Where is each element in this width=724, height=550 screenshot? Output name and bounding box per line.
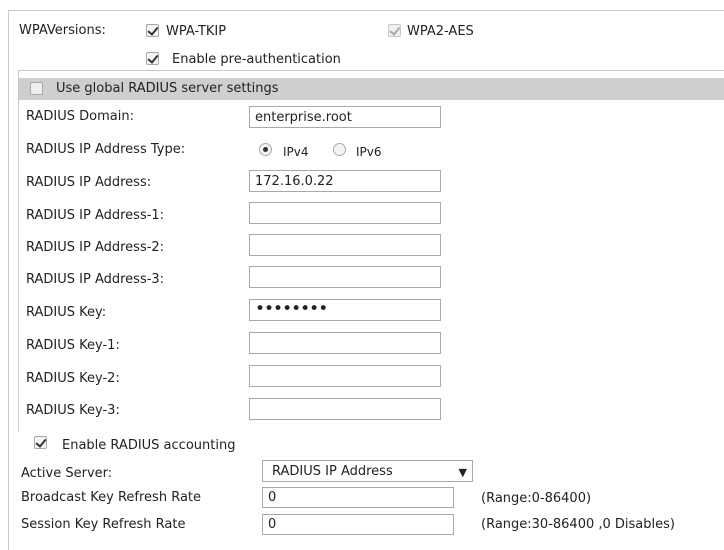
radius-accounting-label: Enable RADIUS accounting	[62, 438, 236, 453]
wpa-tkip-checkbox[interactable]	[146, 24, 159, 37]
wpa2-aes-checkbox[interactable]	[388, 24, 401, 37]
ipv4-label: IPv4	[283, 145, 309, 159]
radius-domain-input[interactable]: enterprise.root	[249, 106, 441, 128]
wpa2-aes-label: WPA2-AES	[407, 24, 474, 39]
broadcast-key-label: Broadcast Key Refresh Rate	[21, 490, 202, 505]
radius-ip2-label: RADIUS IP Address-2:	[26, 240, 165, 255]
radius-key1-label: RADIUS Key-1:	[26, 338, 120, 353]
radius-ip3-input[interactable]	[249, 266, 441, 288]
radius-ip2-input[interactable]	[249, 234, 441, 256]
global-radius-checkbox[interactable]	[30, 82, 43, 95]
session-range-label: (Range:30-86400 ,0 Disables)	[481, 517, 675, 532]
ipv6-radio[interactable]	[333, 143, 346, 156]
wpa-tkip-label: WPA-TKIP	[166, 24, 227, 39]
radius-accounting-checkbox[interactable]	[34, 436, 47, 449]
wpa-versions-label: WPAVersions:	[19, 23, 106, 38]
radius-ip1-input[interactable]	[249, 202, 441, 224]
session-key-input[interactable]: 0	[262, 514, 454, 535]
radius-key-input[interactable]: ••••••••	[249, 299, 441, 321]
active-server-select[interactable]: RADIUS IP Address ▼	[262, 460, 473, 482]
global-radius-label: Use global RADIUS server settings	[56, 81, 279, 96]
chevron-down-icon: ▼	[458, 466, 467, 479]
broadcast-key-input[interactable]: 0	[262, 487, 454, 508]
ipv6-label: IPv6	[356, 145, 382, 159]
broadcast-range-label: (Range:0-86400)	[481, 491, 592, 506]
radius-key2-input[interactable]	[249, 365, 441, 387]
radius-ip3-label: RADIUS IP Address-3:	[26, 272, 165, 287]
radius-ip-label: RADIUS IP Address:	[26, 175, 152, 190]
active-server-label: Active Server:	[21, 466, 113, 481]
preauth-label: Enable pre-authentication	[172, 52, 341, 67]
radius-key-label: RADIUS Key:	[26, 305, 107, 320]
radius-domain-label: RADIUS Domain:	[26, 109, 134, 124]
radius-ip-input[interactable]: 172.16.0.22	[249, 170, 441, 192]
radius-key2-label: RADIUS Key-2:	[26, 371, 120, 386]
radius-key3-label: RADIUS Key-3:	[26, 403, 120, 418]
radius-ip1-label: RADIUS IP Address-1:	[26, 208, 165, 223]
preauth-checkbox[interactable]	[146, 52, 159, 65]
radius-key1-input[interactable]	[249, 332, 441, 354]
active-server-value: RADIUS IP Address	[272, 464, 393, 479]
radius-ip-type-label: RADIUS IP Address Type:	[26, 142, 186, 157]
radius-key3-input[interactable]	[249, 398, 441, 420]
ipv4-radio[interactable]	[259, 143, 272, 156]
session-key-label: Session Key Refresh Rate	[21, 517, 186, 532]
